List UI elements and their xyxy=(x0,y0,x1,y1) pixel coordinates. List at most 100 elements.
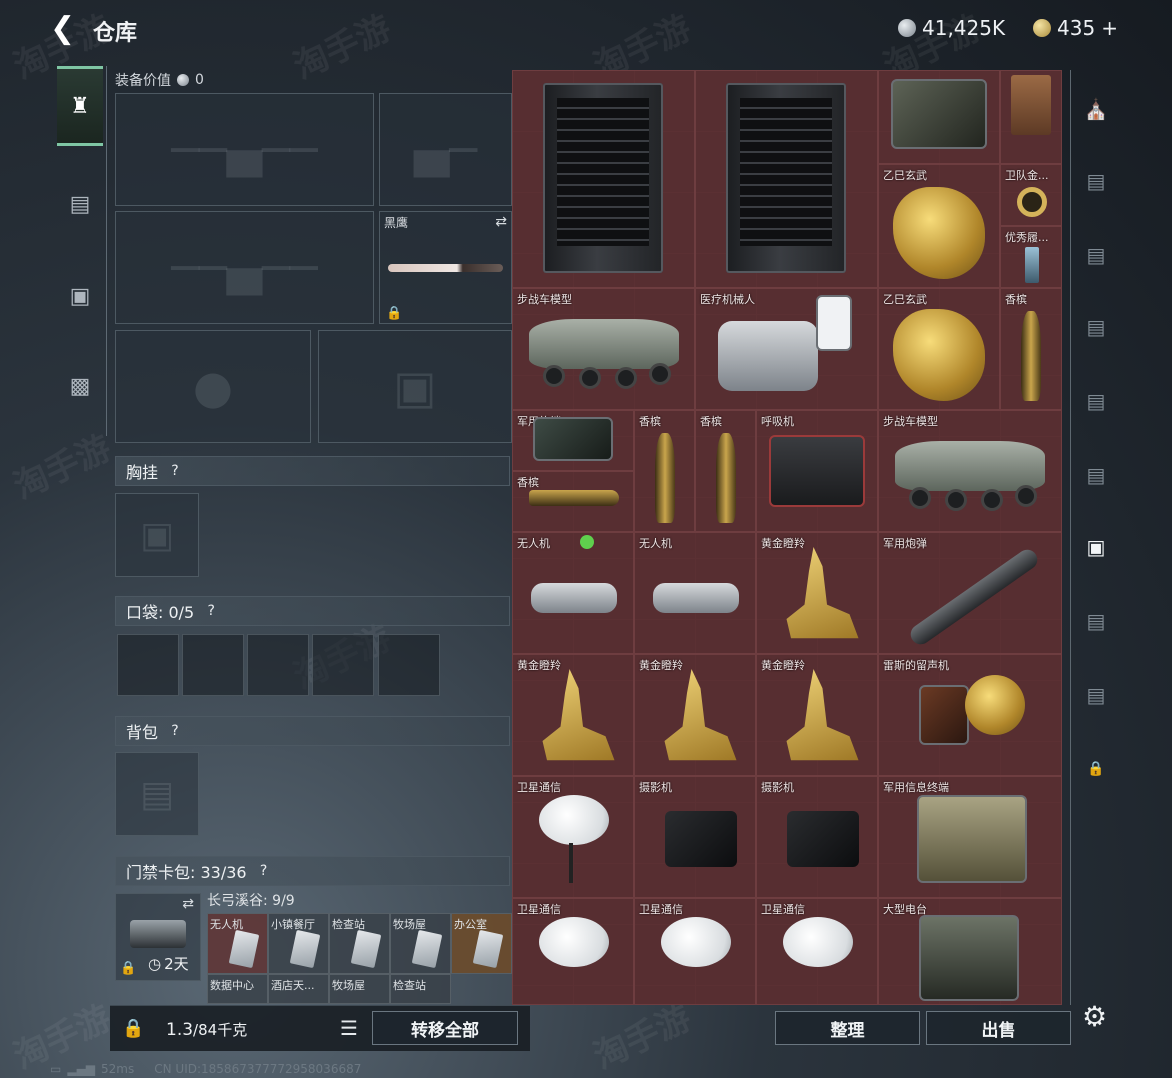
tab-storage[interactable]: ▤ xyxy=(1079,604,1113,638)
trophy-image xyxy=(1025,247,1039,283)
tab-storage-main[interactable]: ⛪ xyxy=(1079,92,1113,126)
lock-icon[interactable]: 🔒 xyxy=(122,1018,144,1039)
inventory-item[interactable]: 卫队金... xyxy=(1000,164,1062,226)
keycard-timer-value: 2天 xyxy=(164,955,189,973)
keycard-item[interactable]: 办公室 xyxy=(451,913,512,974)
helmet-slot[interactable]: ● xyxy=(115,330,311,443)
keycard-item[interactable]: 无人机 xyxy=(207,913,268,974)
signal-icon: ▂▄▆ xyxy=(67,1062,96,1076)
inventory-item[interactable]: 摄影机 xyxy=(756,776,878,898)
wheel-shape xyxy=(615,367,637,389)
tab-storage[interactable]: ▤ xyxy=(1079,310,1113,344)
swap-icon[interactable]: ⇄ xyxy=(182,896,194,912)
swap-icon[interactable]: ⇄ xyxy=(495,214,507,230)
gold-serpent-image xyxy=(893,187,985,279)
pocket-slot[interactable] xyxy=(117,634,179,696)
page-title: 仓库 xyxy=(93,21,138,46)
tab-locked[interactable]: 🔒 xyxy=(1079,752,1113,786)
add-gold-button[interactable]: + xyxy=(1101,16,1118,40)
pocket-slot[interactable] xyxy=(378,634,440,696)
keycard-item-label: 数据中心 xyxy=(210,979,254,992)
inventory-item[interactable]: 卫星通信 xyxy=(512,898,634,1005)
pocket-slot[interactable] xyxy=(182,634,244,696)
toolbox-icon: ▩ xyxy=(69,373,91,399)
inventory-item[interactable]: 步战车模型 xyxy=(512,288,695,410)
help-icon[interactable]: ? xyxy=(166,722,184,740)
tab-storage-4[interactable]: ▤ xyxy=(1079,164,1113,198)
tab-clipboard[interactable]: ▣ xyxy=(57,256,103,336)
melee-slot[interactable]: 黑鹰 ⇄ 🔒 xyxy=(379,211,512,324)
keycard-item[interactable]: 牧场屋 xyxy=(329,974,390,1004)
sell-button[interactable]: 出售 xyxy=(926,1011,1071,1045)
primary-weapon-slot[interactable]: ──▄── xyxy=(115,93,374,206)
keycard-icon xyxy=(411,929,443,969)
help-icon[interactable]: ? xyxy=(202,602,220,620)
help-icon[interactable]: ? xyxy=(255,862,273,880)
inventory-item[interactable]: 军用信息终端 xyxy=(878,776,1062,898)
inventory-item[interactable]: 雷斯的留声机 xyxy=(878,654,1062,776)
inventory-item[interactable]: 步战车模型 xyxy=(878,410,1062,532)
inventory-item[interactable] xyxy=(878,70,1000,164)
inventory-item[interactable]: 大型电台 xyxy=(878,898,1062,1005)
pocket-slot[interactable] xyxy=(247,634,309,696)
item-label: 卫星通信 xyxy=(517,781,561,794)
inventory-item[interactable] xyxy=(695,70,878,288)
tab-toolbox[interactable]: ▩ xyxy=(57,346,103,426)
inventory-item[interactable]: 卫星通信 xyxy=(634,898,756,1005)
keycard-item[interactable]: 小镇餐厅 xyxy=(268,913,329,974)
inventory-item[interactable]: 乙巳玄武 xyxy=(878,164,1000,288)
inventory-item[interactable]: 卫星通信 xyxy=(756,898,878,1005)
tab-storage[interactable]: ▤ xyxy=(1079,458,1113,492)
inventory-item[interactable]: 黄金瞪羚 xyxy=(634,654,756,776)
inventory-item[interactable]: 香槟 xyxy=(634,410,695,532)
inventory-item[interactable]: 黄金瞪羚 xyxy=(512,654,634,776)
inventory-item[interactable]: 医疗机械人 xyxy=(695,288,878,410)
keycard-item[interactable]: 检查站 xyxy=(329,913,390,974)
sort-button[interactable]: 整理 xyxy=(775,1011,920,1045)
inventory-item[interactable]: 卫星通信 xyxy=(512,776,634,898)
inventory-item[interactable]: 摄影机 xyxy=(634,776,756,898)
inventory-item[interactable] xyxy=(1000,70,1062,164)
sidearm-slot[interactable]: ▄─ xyxy=(379,93,512,206)
backpack-slot[interactable]: ▤ xyxy=(115,752,199,836)
gear-icon[interactable]: ⚙ xyxy=(1082,1000,1107,1033)
keycard-item[interactable]: 数据中心 xyxy=(207,974,268,1004)
tab-weapons[interactable]: ♜ xyxy=(57,66,103,146)
tab-backpack[interactable]: ▤ xyxy=(57,164,103,244)
armor-slot[interactable]: ▣ xyxy=(318,330,512,443)
keycard-item[interactable]: 牧场屋 xyxy=(390,913,451,974)
tab-storage[interactable]: ▤ xyxy=(1079,384,1113,418)
back-arrow-icon[interactable]: ❮ xyxy=(50,14,78,46)
inventory-item[interactable]: 香槟 xyxy=(695,410,756,532)
inventory-item[interactable]: 呼吸机 xyxy=(756,410,878,532)
left-nav: ♜ ▤ ▣ ▩ xyxy=(55,66,107,436)
list-icon[interactable]: ☰ xyxy=(340,1016,358,1040)
inventory-item[interactable]: 黄金瞪羚 xyxy=(756,532,878,654)
inventory-item[interactable]: 香槟 xyxy=(1000,288,1062,410)
inventory-item[interactable]: 无人机 xyxy=(634,532,756,654)
inventory-item[interactable]: 乙巳玄武 xyxy=(878,288,1000,410)
tab-storage[interactable]: ▤ xyxy=(1079,678,1113,712)
chest-rig-slot[interactable]: ▣ xyxy=(115,493,199,577)
keycard-item[interactable]: 酒店天... xyxy=(268,974,329,1004)
inventory-item[interactable]: 优秀履... xyxy=(1000,226,1062,288)
gold-currency[interactable]: 435 + xyxy=(1033,16,1118,40)
keycard-case-slot[interactable]: ⇄ 🔒 ◷ 2天 xyxy=(115,893,201,981)
inventory-item[interactable]: 黄金瞪羚 xyxy=(756,654,878,776)
pocket-slot[interactable] xyxy=(312,634,374,696)
inventory-item[interactable]: 香槟 xyxy=(512,471,634,532)
tab-storage[interactable]: ▤ xyxy=(1079,238,1113,272)
inventory-item[interactable]: 军用终端 xyxy=(512,410,634,471)
help-icon[interactable]: ? xyxy=(166,462,184,480)
transfer-all-button[interactable]: 转移全部 xyxy=(372,1011,518,1045)
inventory-item[interactable]: 无人机 xyxy=(512,532,634,654)
keycard-item[interactable]: 检查站 xyxy=(390,974,451,1004)
pistol-icon: ♜ xyxy=(70,93,90,119)
item-label: 医疗机械人 xyxy=(700,293,755,306)
inventory-item[interactable] xyxy=(512,70,695,288)
knife-image xyxy=(388,264,503,272)
secondary-weapon-slot[interactable]: ──▄── xyxy=(115,211,374,324)
gold-coin-icon xyxy=(1033,19,1051,37)
tab-storage-active[interactable]: ▣ xyxy=(1079,530,1113,564)
inventory-item[interactable]: 军用炮弹 xyxy=(878,532,1062,654)
